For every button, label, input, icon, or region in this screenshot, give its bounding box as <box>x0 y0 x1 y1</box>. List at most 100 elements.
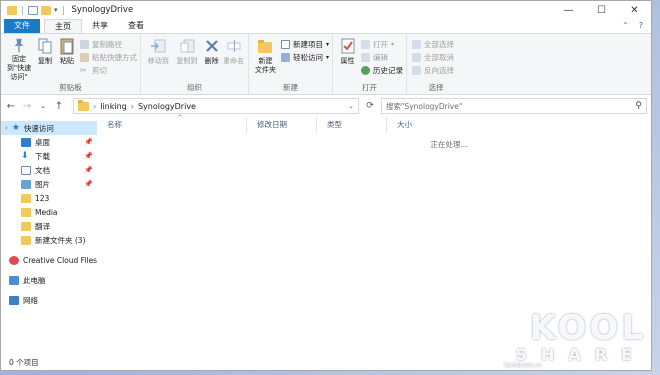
folder-icon <box>78 99 89 111</box>
select-all-button[interactable]: 全部选择 <box>412 39 454 49</box>
copy-button[interactable]: 复制 <box>34 37 56 82</box>
edit-label: 编辑 <box>373 52 388 62</box>
open-button[interactable]: 打开 ▾ <box>361 39 403 49</box>
minimize-button[interactable]: — <box>552 1 585 19</box>
edit-button[interactable]: 编辑 <box>361 52 403 62</box>
properties-check-icon[interactable] <box>28 5 38 15</box>
chevron-right-icon: › <box>130 101 134 111</box>
address-dropdown-icon[interactable]: ⌄ <box>348 102 354 110</box>
maximize-button[interactable]: ☐ <box>585 1 618 19</box>
nav-quick-access[interactable]: › ★ 快速访问 <box>1 121 97 135</box>
column-header-name[interactable]: 名称 <box>97 117 247 133</box>
group-new: 新建 文件夹 新建项目 ▾ 轻松访问 ▾ 新建 <box>249 34 333 94</box>
group-organize: 移动到 复制到 删除 重命名 组织 <box>141 34 249 94</box>
history-button[interactable]: 历史记录 <box>361 65 403 75</box>
breadcrumb-linking[interactable]: linking <box>100 102 127 111</box>
search-icon: ⚲ <box>635 101 642 111</box>
folder-icon <box>21 221 31 231</box>
copy-path-button[interactable]: 复制路径 <box>80 39 137 49</box>
nav-item-label: 桌面 <box>35 137 50 147</box>
breadcrumb-synologydrive[interactable]: SynologyDrive <box>138 102 196 111</box>
paste-shortcut-button[interactable]: 粘贴快捷方式 <box>80 52 137 62</box>
dropdown-icon: ▾ <box>325 53 329 61</box>
column-header-size[interactable]: 大小 <box>387 117 447 133</box>
group-open: 属性 打开 ▾ 编辑 历史记录 打开 <box>333 34 407 94</box>
koolshare-watermark: KOOL SHARE <box>515 311 646 363</box>
copy-icon <box>38 38 52 54</box>
tab-view[interactable]: 查看 <box>118 19 154 33</box>
select-all-label: 全部选择 <box>424 39 454 49</box>
clipboard-icon <box>60 38 74 55</box>
search-box[interactable]: 搜索"SynologyDrive" ⚲ <box>381 98 647 114</box>
column-header-date[interactable]: 修改日期 <box>247 117 317 133</box>
invert-selection-label: 反向选择 <box>424 65 454 75</box>
nav-this-pc[interactable]: 此电脑 <box>1 273 97 287</box>
nav-creative-cloud[interactable]: Creative Cloud Files <box>1 253 97 267</box>
column-header-type[interactable]: 类型 <box>317 117 387 133</box>
close-button[interactable]: ✕ <box>618 1 651 19</box>
nav-item-label: 图片 <box>35 179 50 189</box>
pictures-icon <box>21 179 31 189</box>
computer-icon <box>9 275 19 285</box>
nav-quick-access-label: 快速访问 <box>23 123 54 133</box>
nav-item-desktop[interactable]: 桌面 📌 <box>1 135 97 149</box>
address-bar[interactable]: › linking › SynologyDrive ⌄ <box>73 98 359 114</box>
app-folder-icon <box>7 5 17 15</box>
quick-access-toolbar: ▾ <box>1 5 66 15</box>
properties-button[interactable]: 属性 <box>336 37 359 82</box>
new-item-button[interactable]: 新建项目 ▾ <box>280 39 329 49</box>
nav-item-media[interactable]: Media <box>1 205 97 219</box>
recent-dropdown-icon[interactable]: ⌄ <box>37 102 49 110</box>
new-folder-button[interactable]: 新建 文件夹 <box>252 37 279 82</box>
invert-selection-button[interactable]: 反向选择 <box>412 65 454 75</box>
new-small-buttons: 新建项目 ▾ 轻松访问 ▾ <box>280 37 329 82</box>
network-icon <box>9 295 19 305</box>
nav-item-downloads[interactable]: ⬇ 下载 📌 <box>1 149 97 163</box>
tab-share[interactable]: 共享 <box>82 19 118 33</box>
new-folder-label: 新建 文件夹 <box>254 57 276 74</box>
forward-arrow-icon[interactable]: → <box>21 101 33 112</box>
nav-item-pictures[interactable]: 图片 📌 <box>1 177 97 191</box>
refresh-icon[interactable]: ⟳ <box>363 101 377 111</box>
divider <box>22 5 23 15</box>
qat-dropdown-icon[interactable]: ▾ <box>54 6 58 14</box>
nav-item-label: 翻译 <box>35 221 50 231</box>
pin-quick-access-button[interactable]: 固定到"快速访问" <box>4 37 34 82</box>
up-arrow-icon[interactable]: ↑ <box>53 101 65 112</box>
nav-item-documents[interactable]: 文档 📌 <box>1 163 97 177</box>
copy-to-button[interactable]: 复制到 <box>173 37 202 82</box>
paste-button[interactable]: 粘贴 <box>56 37 78 82</box>
group-clipboard: 固定到"快速访问" 复制 粘贴 复制路径 粘贴快捷方式 ✂ 剪切 剪贴板 <box>1 34 141 94</box>
delete-button[interactable]: 删除 <box>201 37 222 82</box>
download-arrow-icon: ⬇ <box>21 151 29 161</box>
nav-this-pc-label: 此电脑 <box>23 275 46 285</box>
move-to-button[interactable]: 移动到 <box>144 37 173 82</box>
copy-label: 复制 <box>38 57 52 65</box>
open-small-buttons: 打开 ▾ 编辑 历史记录 <box>361 37 403 82</box>
organize-group-label: 组织 <box>187 83 202 92</box>
paste-shortcut-label: 粘贴快捷方式 <box>92 52 137 62</box>
nav-network[interactable]: 网络 <box>1 293 97 307</box>
nav-item-translate[interactable]: 翻译 <box>1 219 97 233</box>
item-count: 0 个项目 <box>9 357 39 367</box>
new-item-label: 新建项目 <box>292 39 323 49</box>
ribbon-tabs: 文件 主页 共享 查看 ⌃ ? <box>1 19 651 33</box>
cut-button[interactable]: ✂ 剪切 <box>80 65 137 75</box>
select-none-button[interactable]: 全部取消 <box>412 52 454 62</box>
back-arrow-icon[interactable]: ← <box>5 101 17 112</box>
tab-home[interactable]: 主页 <box>44 19 82 33</box>
chevron-up-icon[interactable]: ⌃ <box>622 21 629 30</box>
properties-label: 属性 <box>340 57 355 65</box>
nav-item-123[interactable]: 123 <box>1 191 97 205</box>
dropdown-icon: ▾ <box>325 40 329 48</box>
paste-label: 粘贴 <box>60 57 74 65</box>
tab-file[interactable]: 文件 <box>4 19 40 33</box>
watermark-sub-text: SHARE <box>515 345 646 364</box>
easy-access-button[interactable]: 轻松访问 ▾ <box>280 52 329 62</box>
open-icon <box>361 39 370 49</box>
help-icon[interactable]: ? <box>639 21 643 30</box>
group-select: 全部选择 全部取消 反向选择 选择 <box>407 34 465 94</box>
new-folder-quick-icon[interactable] <box>41 5 51 15</box>
rename-button[interactable]: 重命名 <box>222 37 245 82</box>
nav-item-new-folder-3[interactable]: 新建文件夹 (3) <box>1 233 97 247</box>
